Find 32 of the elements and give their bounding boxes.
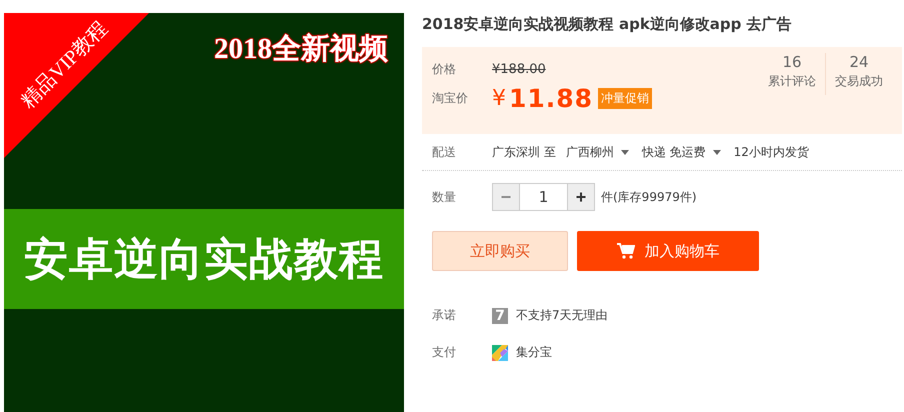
price-label: 价格	[432, 61, 457, 78]
service-text: 不支持7天无理由	[516, 307, 608, 324]
service-text: 集分宝	[516, 344, 552, 361]
promo-tag: 冲量促销	[598, 88, 652, 109]
stock-text: 件(库存99979件)	[601, 188, 697, 206]
cart-icon	[616, 243, 634, 259]
price-label: 淘宝价	[432, 90, 469, 107]
currency-symbol: ¥	[492, 86, 506, 111]
product-title: 2018安卓逆向实战视频教程 apk逆向修改app 去广告	[422, 15, 793, 34]
ship-time: 12小时内发货	[734, 144, 809, 160]
original-price: ¥188.00	[492, 62, 546, 77]
service-label: 支付	[432, 344, 457, 361]
delivery-label: 配送	[432, 144, 457, 160]
shipping-dropdown[interactable]: 快递 免运费	[642, 144, 721, 160]
banner-title: 安卓逆向实战教程	[24, 232, 384, 286]
return-policy-icon: 7	[492, 308, 508, 324]
caret-icon	[620, 150, 629, 154]
caret-icon	[712, 150, 721, 154]
payment-icon	[492, 344, 508, 360]
banner-headline: 2018全新视频	[214, 32, 388, 67]
service-label: 承诺	[432, 307, 457, 324]
ribbon-text: 精品VIP教程	[16, 16, 113, 114]
stat-count: 24	[849, 53, 869, 71]
stat-label: 交易成功	[835, 73, 883, 90]
stat-label: 累计评论	[768, 73, 816, 90]
stat-count: 16	[782, 53, 802, 71]
sale-price: 11.88	[509, 84, 594, 113]
ship-from: 广东深圳 至	[492, 144, 556, 160]
quantity-label: 数量	[432, 188, 457, 206]
increase-button[interactable]: +	[567, 183, 595, 211]
quantity-input[interactable]: 1	[520, 183, 567, 211]
destination-dropdown[interactable]: 广西柳州	[566, 144, 629, 160]
